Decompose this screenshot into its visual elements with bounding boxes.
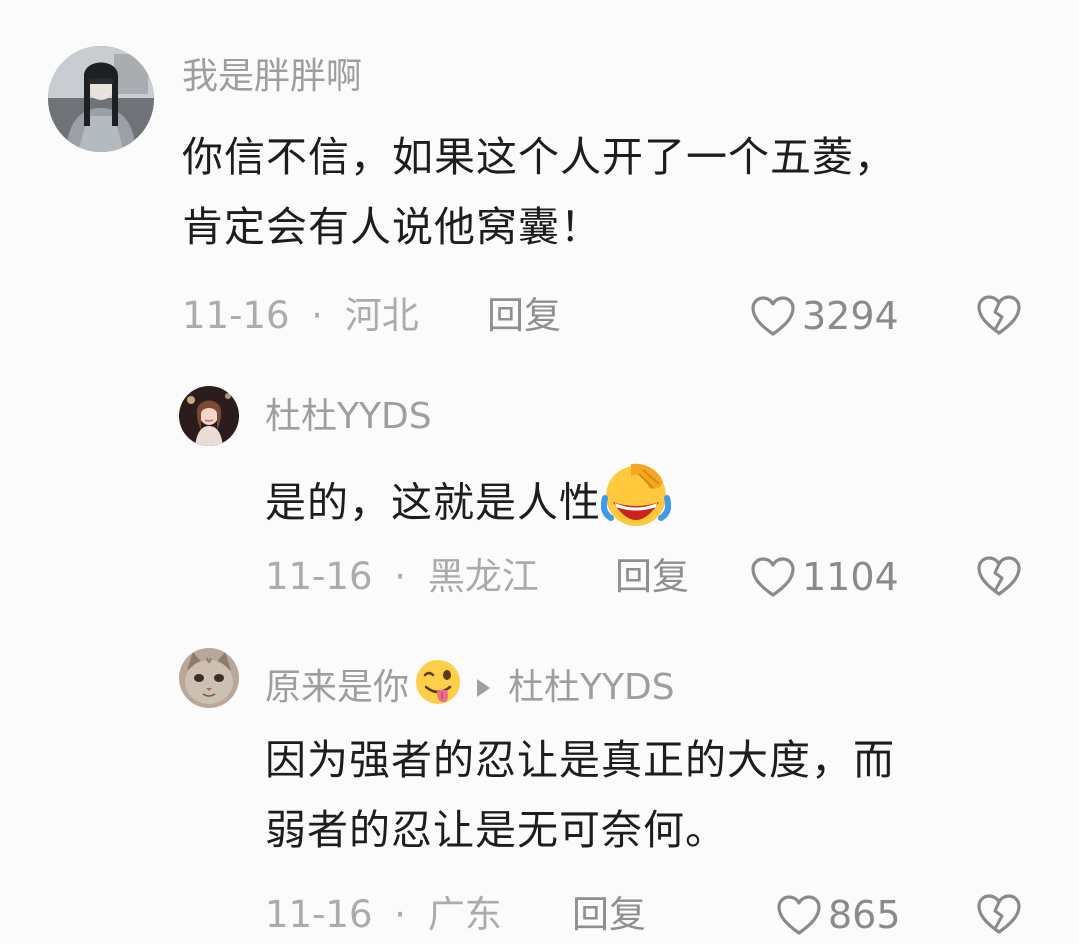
comment-date: 11-16: [265, 893, 373, 936]
comment-username[interactable]: 杜杜YYDS: [265, 395, 432, 439]
like-count: 3294: [802, 294, 899, 338]
avatar[interactable]: [179, 386, 239, 446]
reply-button[interactable]: 回复: [487, 294, 561, 338]
comment-meta: 11-16 · 黑龙江: [265, 555, 539, 599]
heart-outline-icon: [751, 557, 795, 597]
reply-button[interactable]: 回复: [615, 555, 689, 599]
avatar-cat-icon: [179, 648, 239, 708]
broken-heart-icon: [977, 295, 1021, 335]
comment-date: 11-16: [265, 555, 373, 598]
meta-separator: ·: [311, 294, 324, 337]
heart-outline-icon: [751, 296, 795, 336]
like-count: 865: [828, 893, 901, 937]
like-button[interactable]: 865: [776, 893, 901, 937]
tongue-wink-emoji-icon: [413, 657, 463, 718]
comment-text-line-1: 你信不信，如果这个人开了一个五菱，: [182, 133, 896, 181]
reply-button[interactable]: 回复: [572, 893, 646, 937]
comment-username-row: 原来是你 杜杜YYDS: [265, 657, 675, 718]
avatar[interactable]: [48, 46, 154, 152]
comment-text-line-1: 因为强者的忍让是真正的大度，而: [265, 736, 895, 784]
like-button[interactable]: 3294: [750, 294, 899, 338]
comment-meta: 11-16 · 河北: [182, 294, 419, 338]
comment-location: 河北: [344, 294, 419, 337]
comment-date: 11-16: [182, 294, 290, 337]
dislike-button[interactable]: [976, 294, 1022, 340]
reply-to-arrow-icon: [477, 679, 491, 697]
meta-separator: ·: [394, 893, 407, 936]
meta-separator: ·: [394, 555, 407, 598]
dislike-button[interactable]: [976, 555, 1022, 601]
comment-text-line-2: 弱者的忍让是无可奈何。: [265, 806, 727, 854]
comment-text: 是的，这就是人性: [265, 478, 601, 527]
broken-heart-icon: [977, 556, 1021, 596]
avatar-woman-portrait-icon: [179, 386, 239, 446]
comment-meta: 11-16 · 广东: [265, 893, 502, 937]
comment-text-line-2: 肯定会有人说他窝囊！: [182, 203, 602, 251]
broken-heart-icon: [977, 894, 1021, 934]
comment-username[interactable]: 我是胖胖啊: [182, 55, 362, 99]
comment-location: 黑龙江: [427, 555, 539, 598]
facepalm-laugh-emoji-icon: [600, 460, 672, 551]
comment-text-line-1: 是的，这就是人性: [265, 460, 672, 551]
like-count: 1104: [802, 555, 899, 599]
heart-outline-icon: [777, 895, 821, 935]
comment-username[interactable]: 原来是你: [265, 667, 409, 708]
comment-location: 广东: [427, 893, 502, 936]
avatar-person-braids-icon: [48, 46, 154, 152]
reply-to-username[interactable]: 杜杜YYDS: [508, 667, 675, 708]
dislike-button[interactable]: [976, 893, 1022, 939]
like-button[interactable]: 1104: [750, 555, 899, 599]
avatar[interactable]: [179, 648, 239, 708]
